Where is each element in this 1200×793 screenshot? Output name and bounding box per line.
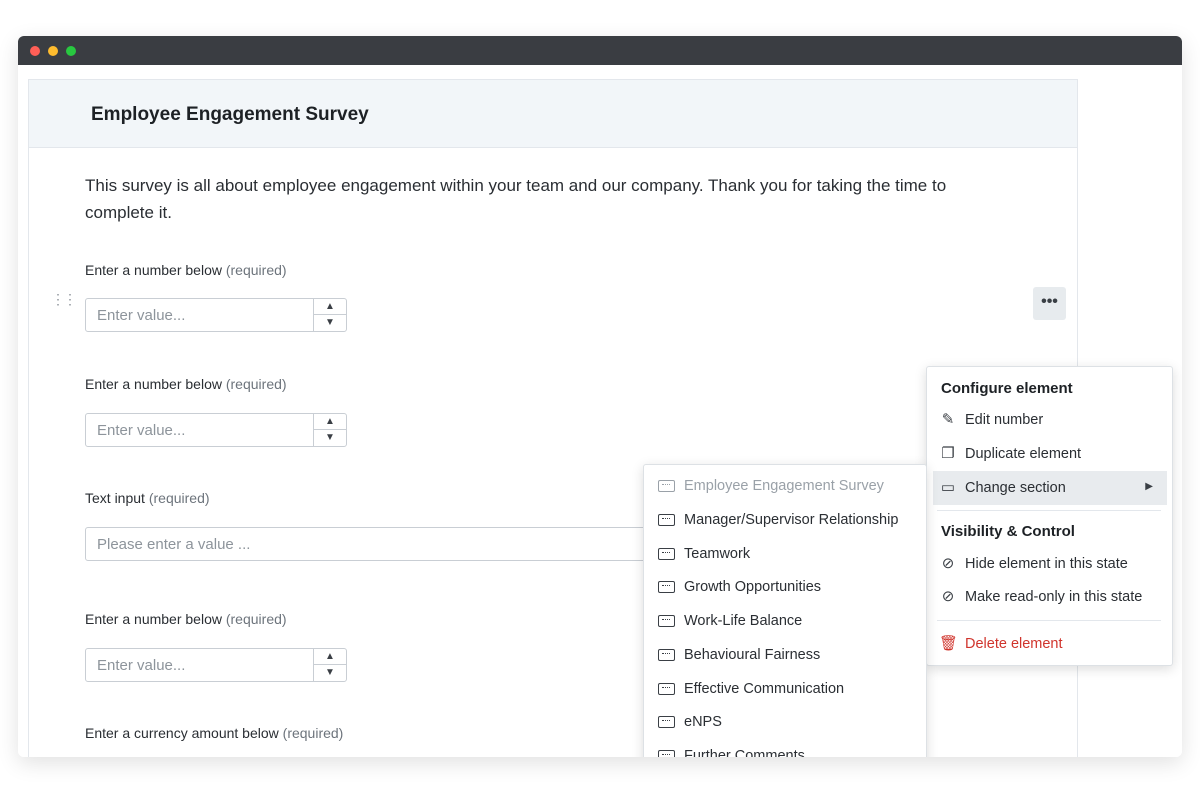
menu-heading-configure: Configure element xyxy=(941,380,1073,397)
submenu-arrow-icon: ▶ xyxy=(1145,481,1153,492)
field-label-text: Enter a number below xyxy=(85,611,222,627)
number-input[interactable]: Enter value... ▲ ▼ xyxy=(85,413,347,447)
menu-item-label: Duplicate element xyxy=(965,446,1082,462)
increment-button[interactable]: ▲ xyxy=(314,649,346,665)
required-marker: (required) xyxy=(225,262,287,278)
section-icon xyxy=(658,548,675,560)
survey-header: Employee Engagement Survey xyxy=(29,80,1077,148)
input-placeholder: Enter value... xyxy=(97,307,186,324)
increment-button[interactable]: ▲ xyxy=(314,299,346,315)
field-label-text: Enter a number below xyxy=(85,262,222,278)
decrement-button[interactable]: ▼ xyxy=(314,315,346,331)
close-window-button[interactable] xyxy=(30,46,40,56)
required-marker: (required) xyxy=(225,611,287,627)
required-marker: (required) xyxy=(225,376,287,392)
field-label: Enter a number below (required) xyxy=(85,262,287,278)
increment-button[interactable]: ▲ xyxy=(314,414,346,430)
window-titlebar xyxy=(18,36,1182,65)
section-option-label: Employee Engagement Survey xyxy=(684,478,884,494)
input-placeholder: Enter value... xyxy=(97,422,186,439)
section-icon xyxy=(658,683,675,695)
decrement-button[interactable]: ▼ xyxy=(314,430,346,446)
menu-item-label: Change section xyxy=(965,480,1066,496)
menu-item-read-only[interactable]: ⊘ Make read-only in this state xyxy=(933,580,1167,614)
number-input[interactable]: Enter value... ▲ ▼ xyxy=(85,298,347,332)
number-stepper: ▲ ▼ xyxy=(313,414,346,446)
page-content: Employee Engagement Survey This survey i… xyxy=(18,65,1182,757)
field-label: Enter a currency amount below (required) xyxy=(85,725,343,741)
field-label-text: Enter a number below xyxy=(85,376,222,392)
pencil-icon: ✎ xyxy=(941,411,955,428)
field-label-text: Enter a currency amount below xyxy=(85,725,279,741)
required-marker: (required) xyxy=(282,725,344,741)
section-icon xyxy=(658,581,675,593)
survey-intro: This survey is all about employee engage… xyxy=(85,176,947,222)
menu-item-label: Delete element xyxy=(965,636,1063,652)
section-icon xyxy=(658,716,675,728)
field-label: Enter a number below (required) xyxy=(85,611,287,627)
section-option[interactable]: Manager/Supervisor Relationship xyxy=(644,503,926,537)
number-stepper: ▲ ▼ xyxy=(313,649,346,681)
section-option[interactable]: Effective Communication xyxy=(644,672,926,706)
menu-item-duplicate[interactable]: ❐ Duplicate element xyxy=(933,437,1167,471)
menu-divider xyxy=(937,620,1161,621)
section-icon: ▭ xyxy=(940,479,956,496)
section-option-label: Effective Communication xyxy=(684,681,845,697)
minimize-window-button[interactable] xyxy=(48,46,58,56)
section-option-label: Teamwork xyxy=(684,546,751,562)
section-option[interactable]: Further Comments xyxy=(644,739,926,757)
input-placeholder: Enter value... xyxy=(97,657,186,674)
menu-item-label: Edit number xyxy=(965,412,1044,428)
drag-handle-icon[interactable]: ⋮⋮ xyxy=(51,292,77,306)
browser-window: Employee Engagement Survey This survey i… xyxy=(18,36,1182,757)
field-label-text: Text input xyxy=(85,490,145,506)
menu-item-label: Hide element in this state xyxy=(965,556,1128,572)
maximize-window-button[interactable] xyxy=(66,46,76,56)
trash-icon: 🗑 xyxy=(939,635,959,652)
section-option-label: eNPS xyxy=(684,714,722,730)
field-label: Enter a number below (required) xyxy=(85,376,287,392)
section-icon xyxy=(658,750,675,757)
change-section-submenu: Employee Engagement Survey Manager/Super… xyxy=(643,464,927,757)
section-icon xyxy=(658,649,675,661)
eye-slash-icon: ⊘ xyxy=(941,555,955,572)
menu-item-label: Make read-only in this state xyxy=(965,589,1143,605)
section-option-label: Further Comments xyxy=(684,748,805,757)
decrement-button[interactable]: ▼ xyxy=(314,665,346,681)
menu-divider xyxy=(937,510,1161,511)
menu-item-edit-number[interactable]: ✎ Edit number xyxy=(933,403,1167,437)
duplicate-icon: ❐ xyxy=(941,445,955,462)
section-option[interactable]: eNPS xyxy=(644,705,926,739)
number-stepper: ▲ ▼ xyxy=(313,299,346,331)
survey-title: Employee Engagement Survey xyxy=(91,104,369,125)
section-option[interactable]: Work-Life Balance xyxy=(644,604,926,638)
section-option-label: Growth Opportunities xyxy=(684,579,822,595)
field-label: Text input (required) xyxy=(85,490,210,506)
section-option[interactable]: Behavioural Fairness xyxy=(644,638,926,672)
number-input[interactable]: Enter value... ▲ ▼ xyxy=(85,648,347,682)
section-icon xyxy=(658,514,675,526)
section-option: Employee Engagement Survey xyxy=(644,469,926,503)
configure-element-menu: Configure element ✎ Edit number ❐ Duplic… xyxy=(926,366,1173,666)
input-placeholder: Please enter a value ... xyxy=(97,536,251,553)
section-icon xyxy=(658,480,675,492)
text-input[interactable]: Please enter a value ... xyxy=(85,527,685,561)
menu-item-delete-element[interactable]: 🗑 Delete element xyxy=(933,627,1167,661)
menu-item-hide-element[interactable]: ⊘ Hide element in this state xyxy=(933,547,1167,581)
more-options-icon[interactable]: ••• xyxy=(1033,287,1066,320)
section-icon xyxy=(658,615,675,627)
section-option-label: Work-Life Balance xyxy=(684,613,803,629)
section-option[interactable]: Teamwork xyxy=(644,537,926,571)
block-icon: ⊘ xyxy=(941,588,955,605)
section-option-label: Manager/Supervisor Relationship xyxy=(684,512,899,528)
required-marker: (required) xyxy=(148,490,210,506)
section-option[interactable]: Growth Opportunities xyxy=(644,570,926,604)
menu-item-change-section[interactable]: ▭ Change section ▶ xyxy=(933,471,1167,505)
menu-heading-visibility: Visibility & Control xyxy=(941,523,1075,540)
section-option-label: Behavioural Fairness xyxy=(684,647,821,663)
